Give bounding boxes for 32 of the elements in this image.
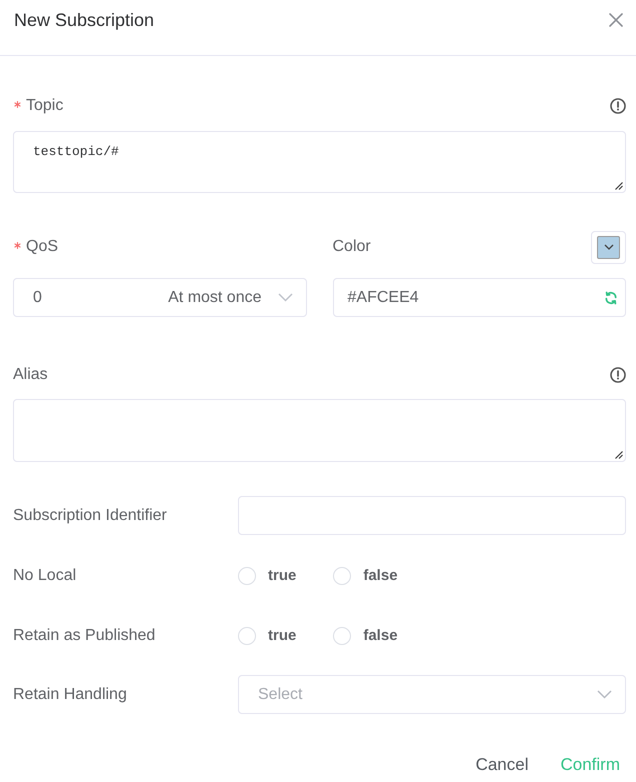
qos-description: At most once <box>168 288 262 306</box>
radio-option[interactable]: false <box>333 626 398 644</box>
refresh-icon[interactable] <box>604 290 618 304</box>
info-icon <box>610 98 626 114</box>
resize-handle-icon[interactable] <box>615 451 623 459</box>
qos-value: 0 <box>33 288 42 306</box>
radio-option[interactable]: true <box>238 626 296 644</box>
alias-field[interactable] <box>13 399 626 462</box>
close-button[interactable] <box>609 13 623 27</box>
topic-field[interactable]: testtopic/# <box>13 131 626 193</box>
color-picker-button[interactable] <box>591 230 626 264</box>
radio-option[interactable]: true <box>238 566 296 584</box>
qos-select[interactable]: 0 At most once <box>13 278 306 317</box>
field-label: No Local <box>13 566 78 586</box>
close-icon <box>609 13 623 27</box>
chevron-down-icon <box>604 244 614 250</box>
alias-label: Alias <box>13 365 48 385</box>
field-label: Retain Handling <box>13 684 128 704</box>
resize-handle-icon[interactable] <box>615 182 623 190</box>
input-field[interactable] <box>238 496 626 535</box>
field-label: Retain as Published <box>13 626 156 646</box>
chevron-down-icon <box>278 293 292 302</box>
qos-label: QoS <box>26 237 58 257</box>
dialog-title: New Subscription <box>14 9 154 31</box>
chevron-down-icon <box>597 690 612 699</box>
cancel-button[interactable]: Cancel <box>470 750 534 780</box>
color-label: Color <box>332 237 371 257</box>
color-field[interactable]: #AFCEE4 <box>332 278 626 317</box>
radio-option[interactable]: false <box>333 566 398 584</box>
topic-label: Topic <box>26 96 64 116</box>
info-icon <box>610 367 626 383</box>
field-label: Subscription Identifier <box>13 506 168 526</box>
